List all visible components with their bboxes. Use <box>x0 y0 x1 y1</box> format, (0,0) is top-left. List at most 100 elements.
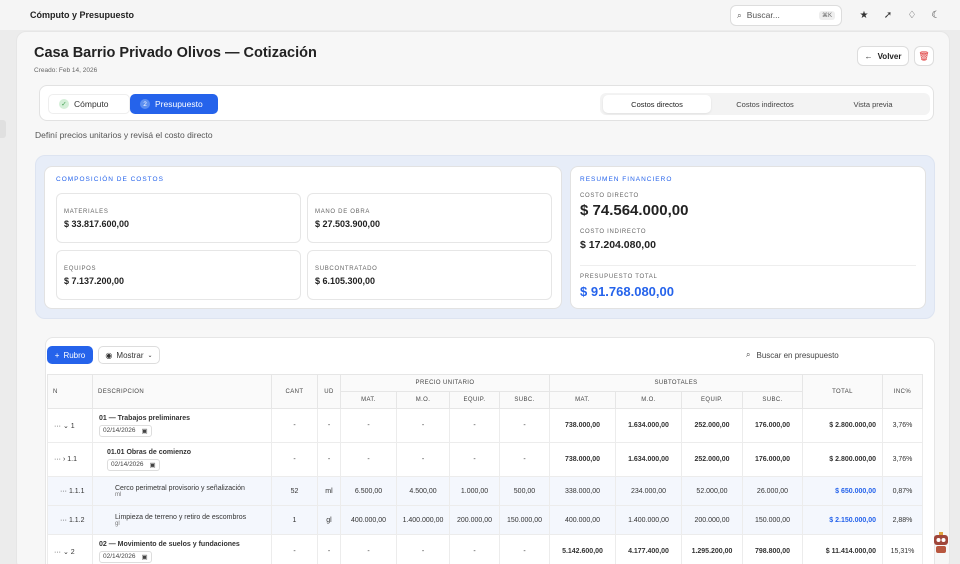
cost-value: $ 7.137.200,00 <box>64 276 125 286</box>
description-cell: 01.01 Obras de comienzo 02/14/2026 ▣ <box>92 442 272 477</box>
step-computo[interactable]: ✓ Cómputo <box>48 94 130 114</box>
step-tabs-card: ✓ Cómputo 2 Presupuesto Costos directos … <box>39 85 934 121</box>
pu-mo-cell: - <box>396 442 450 477</box>
table-search[interactable]: ⌕ Buscar en presupuesto <box>746 350 839 360</box>
more-icon[interactable]: ··· <box>60 517 67 524</box>
global-search[interactable]: ⌕ Buscar... ⌘K <box>730 4 842 26</box>
row-number-cell: ··· › 1.1 <box>47 442 93 477</box>
date-input[interactable]: 02/14/2026 ▣ <box>99 550 152 563</box>
col-cant: CANT <box>271 374 318 409</box>
pu-equip-cell: - <box>449 408 500 443</box>
row-number: 1 <box>70 422 75 430</box>
back-button[interactable]: ← Volver <box>857 46 909 66</box>
date-value: 02/14/2026 <box>103 553 136 560</box>
pu-mo-cell: - <box>396 534 450 564</box>
table-row[interactable]: ··· 1.1.2 Limpieza de terreno y retiro d… <box>47 505 923 535</box>
star-icon[interactable]: ★ <box>852 3 876 27</box>
calendar-icon: ▣ <box>141 553 148 561</box>
table-row[interactable]: ··· ⌄ 2 02 — Movimiento de suelos y fund… <box>47 534 923 564</box>
st-equip-cell: 252.000,00 <box>681 408 743 443</box>
inc-cell: 2,88% <box>882 505 923 535</box>
st-equip-cell: 200.000,00 <box>681 505 743 535</box>
cost-label: MANO DE OBRA <box>315 209 371 215</box>
description-cell: 02 — Movimiento de suelos y fundaciones 0… <box>92 534 272 564</box>
more-icon[interactable]: ··· <box>54 423 61 430</box>
row-unit: ml <box>115 491 122 498</box>
table-search-placeholder: Buscar en presupuesto <box>756 350 839 360</box>
cant-cell: - <box>271 442 318 477</box>
row-description: Cerco perimetral provisorio y señalizaci… <box>115 484 245 492</box>
tab-vista-previa[interactable]: Vista previa <box>819 95 927 113</box>
pu-subc-cell[interactable]: 150.000,00 <box>499 505 550 535</box>
more-icon[interactable]: ··· <box>60 488 67 495</box>
budget-table: N DESCRIPCION CANT UD PRECIO UNITARIO SU… <box>47 374 923 564</box>
inc-cell: 3,76% <box>882 408 923 443</box>
tab-costos-indirectos[interactable]: Costos indirectos <box>711 95 819 113</box>
st-subc-cell: 176.000,00 <box>742 442 803 477</box>
tab-costos-directos[interactable]: Costos directos <box>603 95 711 113</box>
cant-cell: - <box>271 534 318 564</box>
add-rubro-button[interactable]: + Rubro <box>47 346 93 364</box>
more-icon[interactable]: ··· <box>54 549 61 556</box>
table-row[interactable]: ··· ⌄ 1 01 — Trabajos preliminares 02/14/… <box>47 408 923 443</box>
date-input[interactable]: 02/14/2026 ▣ <box>99 424 152 437</box>
total-cell: $ 650.000,00 <box>802 476 883 506</box>
ud-cell: - <box>317 442 341 477</box>
date-input[interactable]: 02/14/2026 ▣ <box>107 458 160 471</box>
pu-subc-cell[interactable]: 500,00 <box>499 476 550 506</box>
total-budget-value: $ 91.768.080,00 <box>580 284 674 299</box>
sidebar-handle[interactable] <box>0 120 6 138</box>
moon-icon[interactable]: ☾ <box>924 3 948 27</box>
cant-cell[interactable]: 1 <box>271 505 318 535</box>
cant-cell[interactable]: 52 <box>271 476 318 506</box>
top-bar: Cómputo y Presupuesto ⌕ Buscar... ⌘K ★ ➚… <box>0 0 960 30</box>
pu-equip-cell[interactable]: 200.000,00 <box>449 505 500 535</box>
mostrar-dropdown[interactable]: ◉ Mostrar ⌄ <box>98 346 160 364</box>
row-number-cell: ··· 1.1.2 <box>47 505 93 535</box>
st-mo-cell: 1.634.000,00 <box>615 408 682 443</box>
pu-subc-cell: - <box>499 408 550 443</box>
step-number: 2 <box>140 99 150 109</box>
bell-icon[interactable]: ♢ <box>900 3 924 27</box>
row-unit: gl <box>115 520 120 527</box>
step-presupuesto[interactable]: 2 Presupuesto <box>130 94 218 114</box>
cost-view-segments: Costos directos Costos indirectos Vista … <box>600 93 930 115</box>
pu-mo-cell[interactable]: 4.500,00 <box>396 476 450 506</box>
delete-button[interactable]: 🗑 <box>914 46 934 66</box>
description-cell: Cerco perimetral provisorio y señalizaci… <box>92 476 272 506</box>
st-mo-cell: 4.177.400,00 <box>615 534 682 564</box>
step-label: Cómputo <box>74 99 109 109</box>
assistant-robot-icon[interactable] <box>930 532 952 556</box>
step-label: Presupuesto <box>155 99 203 109</box>
created-date: Creado: Feb 14, 2026 <box>34 67 98 74</box>
description-cell: Limpieza de terreno y retiro de escombro… <box>92 505 272 535</box>
chevron-down-icon[interactable]: ⌄ <box>63 549 69 556</box>
chevron-right-icon[interactable]: › <box>63 456 65 463</box>
description-cell: 01 — Trabajos preliminares 02/14/2026 ▣ <box>92 408 272 443</box>
more-icon[interactable]: ··· <box>54 456 61 463</box>
col-descripcion: DESCRIPCION <box>92 374 272 409</box>
date-value: 02/14/2026 <box>103 427 136 434</box>
chevron-down-icon[interactable]: ⌄ <box>63 423 69 430</box>
check-icon: ✓ <box>59 99 69 109</box>
indirect-cost-value: $ 17.204.080,00 <box>580 239 656 251</box>
search-icon: ⌕ <box>746 350 751 359</box>
pu-equip-cell: - <box>449 534 500 564</box>
cost-subcontratado: SUBCONTRATADO $ 6.105.300,00 <box>307 250 552 300</box>
pu-mat-cell[interactable]: 400.000,00 <box>340 505 397 535</box>
inc-cell: 15,31% <box>882 534 923 564</box>
row-number: 2 <box>70 548 75 556</box>
back-label: Volver <box>877 51 902 61</box>
st-subc-cell: 798.800,00 <box>742 534 803 564</box>
rocket-icon[interactable]: ➚ <box>876 3 900 27</box>
pu-mat-cell[interactable]: 6.500,00 <box>340 476 397 506</box>
total-cell: $ 2.150.000,00 <box>802 505 883 535</box>
pu-equip-cell[interactable]: 1.000,00 <box>449 476 500 506</box>
st-mat-cell: 5.142.600,00 <box>549 534 616 564</box>
pu-mo-cell[interactable]: 1.400.000,00 <box>396 505 450 535</box>
ud-cell: - <box>317 408 341 443</box>
st-subc-cell: 176.000,00 <box>742 408 803 443</box>
table-row[interactable]: ··· 1.1.1 Cerco perimetral provisorio y … <box>47 476 923 506</box>
total-cell: $ 2.800.000,00 <box>802 442 883 477</box>
table-row[interactable]: ··· › 1.1 01.01 Obras de comienzo 02/14/2… <box>47 442 923 477</box>
